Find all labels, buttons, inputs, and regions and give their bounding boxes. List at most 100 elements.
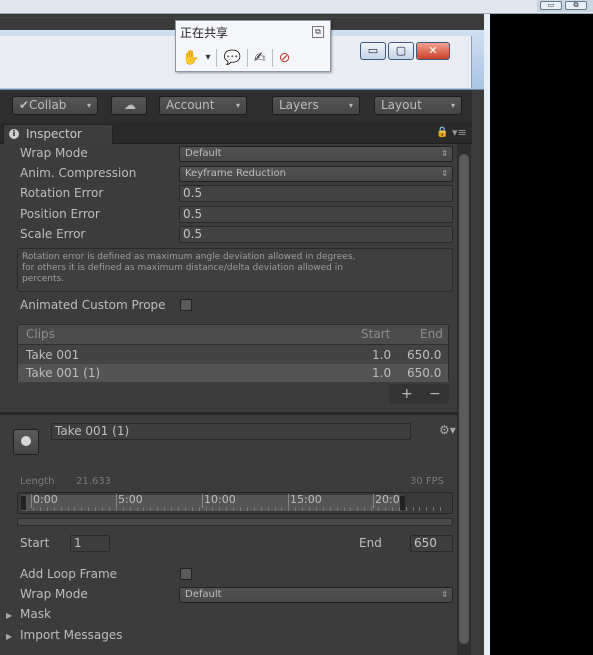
background-restore-button[interactable]: ⧉ [565,1,587,10]
anim-compression-value: Keyframe Reduction [185,168,286,179]
wrap-mode-dropdown[interactable]: Default ⇕ [179,146,453,162]
timeline-end-handle[interactable] [400,496,405,510]
unity-toolbar: ✔Collab ▾ ☁ Account ▾ Layers ▾ Layout ▾ [0,90,472,122]
chevron-down-icon: ▾ [235,101,240,110]
layers-dropdown[interactable]: Layers ▾ [272,96,360,115]
clip-row[interactable]: Take 001 1.0 650.0 [18,346,448,364]
screen-share-toolbar: 正在共享 ⧉ ✋ ▾ 💬 ✍ ⊘ [175,20,331,72]
timeline-minor-tick [115,507,117,511]
wrap-mode-label: Wrap Mode [20,146,88,160]
length-value: 21.633 [76,476,111,487]
panel-menu-icon[interactable]: ▾≡ [452,126,467,139]
animated-custom-props-checkbox[interactable] [180,299,192,311]
add-clip-button[interactable]: + [401,386,413,402]
timeline-minor-tick [157,507,159,511]
clip-start: 1.0 [372,366,392,380]
timeline-minor-tick [253,507,255,511]
background-window-edge [484,14,490,655]
cloud-button[interactable]: ☁ [111,96,147,115]
clips-header: Clips Start End [18,325,448,345]
remove-clip-button[interactable]: − [429,386,441,402]
timeline-minor-tick [426,507,428,511]
timeline-minor-tick [136,507,138,511]
background-minimize-button[interactable]: ▭ [540,1,562,10]
timeline-minor-tick [412,507,414,511]
stop-share-icon[interactable]: ⊘ [279,48,291,68]
account-label: Account [166,98,215,112]
chevron-down-icon: ▾ [450,101,455,110]
timeline-minor-tick [378,507,379,511]
window-controls: ▭ ▢ ✕ [360,42,450,62]
timeline-minor-tick [343,507,345,511]
annotate-icon[interactable]: ✍ [254,48,266,68]
maximize-button[interactable]: ▢ [388,42,414,60]
position-error-label: Position Error [20,207,100,221]
timeline-minor-tick [60,507,62,511]
import-messages-foldout[interactable]: Import Messages [20,628,123,642]
timeline-minor-tick [95,507,97,511]
mask-foldout[interactable]: Mask [20,607,51,621]
tab-inspector[interactable]: i Inspector [3,124,113,144]
timeline-minor-tick [171,507,172,511]
clip-name: Take 001 [26,348,80,362]
scrollbar-thumb[interactable] [459,154,469,644]
scale-error-label: Scale Error [20,227,86,241]
rotation-error-field[interactable]: 0.5 [179,185,453,202]
clip-name-field[interactable]: Take 001 (1) [51,423,411,440]
anim-compression-dropdown[interactable]: Keyframe Reduction ⇕ [179,166,453,182]
play-button[interactable] [13,429,39,455]
share-collapse-icon[interactable]: ⧉ [312,26,324,38]
hand-pointer-icon[interactable]: ✋ [182,48,199,68]
collab-label: ✔Collab [19,98,67,112]
clip-row-selected[interactable]: Take 001 (1) 1.0 650.0 [18,364,448,382]
timeline-minor-tick [371,507,373,511]
timeline-minor-tick [322,507,324,511]
minimize-button[interactable]: ▭ [360,42,386,60]
rotation-error-label: Rotation Error [20,186,104,200]
clip-wrap-mode-dropdown[interactable]: Default ⇕ [179,587,453,603]
scale-error-field[interactable]: 0.5 [179,226,453,243]
add-loop-frame-checkbox[interactable] [180,568,192,580]
timeline-start-handle[interactable] [21,496,26,510]
timeline-scrub-bar[interactable] [17,518,453,526]
clips-header-name: Clips [26,327,55,341]
account-dropdown[interactable]: Account ▾ [159,96,247,115]
chat-icon[interactable]: 💬 [223,48,240,68]
timeline-minor-tick [240,507,241,511]
layout-dropdown[interactable]: Layout ▾ [374,96,462,115]
timeline-minor-tick [391,507,393,511]
mask-foldout-icon[interactable]: ▶ [6,611,12,620]
timeline-minor-tick [164,507,166,511]
clips-header-end: End [420,327,443,341]
divider [0,17,400,18]
panel-tab-bar: i Inspector 🔒 ▾≡ [0,122,472,144]
import-messages-foldout-icon[interactable]: ▶ [6,632,12,641]
close-button[interactable]: ✕ [416,42,450,60]
timeline-tick: 5:00 [116,493,143,508]
clip-end: 650.0 [407,348,442,362]
separator [271,49,273,67]
collab-button[interactable]: ✔Collab ▾ [12,96,98,115]
timeline-minor-tick [102,507,103,511]
preview-separator [0,412,457,415]
chevron-down-icon[interactable]: ▾ [205,48,210,68]
start-frame-field[interactable]: 1 [70,535,110,552]
timeline-minor-tick [405,507,407,511]
help-box: Rotation error is defined as maximum ang… [17,248,453,292]
timeline-minor-tick [288,507,290,511]
gear-icon[interactable]: ⚙▾ [439,423,456,437]
position-error-field[interactable]: 0.5 [179,206,453,223]
lock-icon[interactable]: 🔒 [436,127,448,138]
timeline-minor-tick [33,507,34,511]
clip-end: 650.0 [407,366,442,380]
end-frame-field[interactable]: 650 [410,535,453,552]
timeline-minor-tick [143,507,145,511]
timeline-ruler[interactable]: 0:00 5:00 10:00 15:00 20:0 [17,492,453,514]
timeline-minor-tick [212,507,214,511]
anim-compression-label: Anim. Compression [20,166,137,180]
timeline-minor-tick [315,507,317,511]
inspector-scrollbar[interactable] [457,144,471,655]
share-title: 正在共享 [180,26,229,40]
timeline-minor-tick [81,507,83,511]
timeline-minor-tick [177,507,179,511]
